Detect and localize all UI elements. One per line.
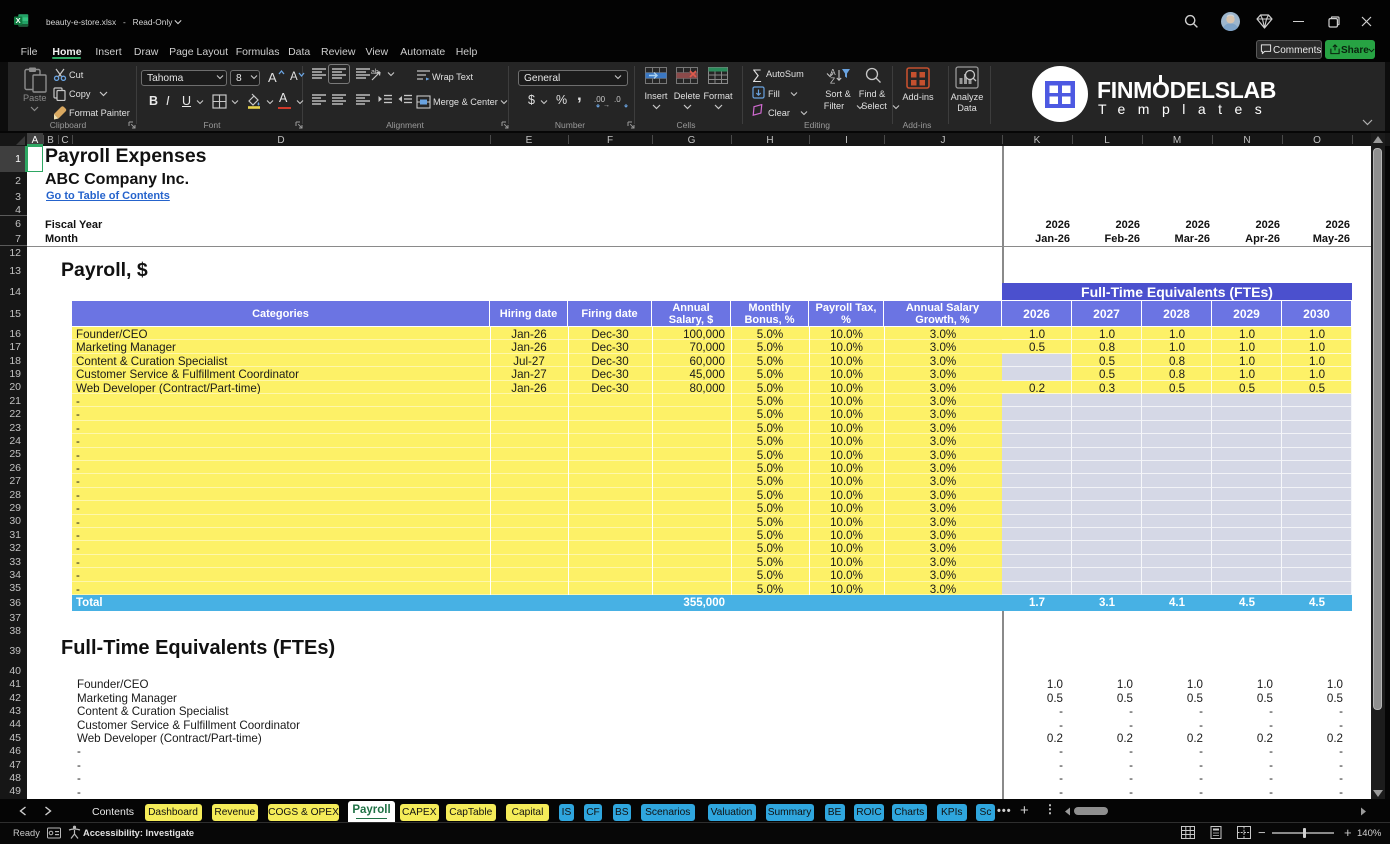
svg-text:X: X: [16, 16, 21, 25]
svg-text:→: →: [603, 102, 610, 108]
svg-text:Z: Z: [830, 76, 835, 85]
svg-text:.0: .0: [614, 95, 621, 104]
svg-text:ab: ab: [371, 69, 379, 76]
